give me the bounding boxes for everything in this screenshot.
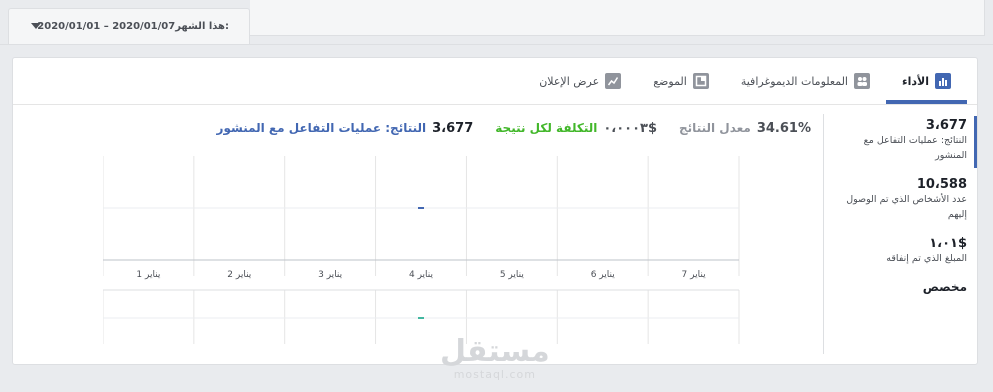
metric-value: 10،588 [916,177,967,192]
bar-chart-icon [935,73,951,89]
site-watermark: مستقل mostaql.com [440,334,550,382]
people-icon [853,73,870,89]
tab-ad-preview[interactable]: عرض الإعلان [523,58,637,104]
performance-chart: يناير 1 يناير 2 يناير 3 يناير 4 يناير 5 يناير… [103,156,740,344]
watermark-logo-text: مستقل [440,334,550,369]
x-tick-label: يناير 7 [682,270,707,280]
metric-label: عدد الأشخاص الذي تم الوصول إليهم [846,194,967,220]
metrics-sidebar: 3،677 النتائج: عمليات التفاعل مع المنشور… [823,114,977,354]
rate-value: 34.61% [756,120,811,136]
metric-value: $١،٠١ [929,236,967,251]
results-label: النتائج: عمليات التفاعل مع المنشور [216,121,427,135]
results-summary-block: 3،677 النتائج: عمليات التفاعل مع المنشور [217,121,474,136]
cost-value: $٠،٠٠٠٣ [603,120,658,136]
toolbar-divider [0,44,993,45]
tab-placement[interactable]: الموضع [637,58,725,104]
x-tick-label: يناير 1 [136,270,161,280]
tab-performance[interactable]: الأداء [885,58,967,104]
metric-label: النتائج: عمليات التفاعل مع المنشور [863,135,967,161]
chevron-down-icon[interactable] [31,23,41,29]
x-tick-label: يناير 2 [227,270,252,280]
cost-label: التكلفة لكل نتيجة [495,121,598,135]
rate-summary-block: 34.61% معدل النتائج [679,121,811,136]
tab-label: المعلومات الديموغرافية [740,74,848,88]
line-chart-icon [605,73,622,89]
results-value: 3،677 [432,120,474,136]
tab-bar: الأداء المعلومات الديموغرافية الموضع عرض… [523,58,967,104]
date-range-value: 2020/01/01 – 2020/01/07 [37,21,176,32]
date-range-selector[interactable]: 2020/01/01 – 2020/01/07 هذا الشهر: [8,8,250,44]
top-toolbar [250,0,985,36]
tab-label: عرض الإعلان [539,74,600,88]
custom-metrics-heading[interactable]: مخصص [824,266,977,294]
x-tick-label: يناير 5 [500,270,525,280]
placement-icon [692,73,709,89]
cost-summary-block: $٠،٠٠٠٣ التكلفة لكل نتيجة [495,121,657,136]
metric-spend[interactable]: $١،٠١ المبلغ الذي تم إنفاقه [824,232,977,266]
date-range-label: هذا الشهر: [175,21,229,32]
metric-label: المبلغ الذي تم إنفاقه [886,253,967,264]
rate-label: معدل النتائج [679,121,751,135]
results-summary: 3،677 النتائج: عمليات التفاعل مع المنشور… [217,118,811,138]
x-tick-label: يناير 3 [318,270,343,280]
tab-demographics[interactable]: المعلومات الديموغرافية [725,58,886,104]
insights-panel: الأداء المعلومات الديموغرافية الموضع عرض… [12,57,978,365]
tab-label: الموضع [653,74,687,88]
tab-label: الأداء [901,74,929,88]
tabs-divider [13,104,977,105]
x-tick-label: يناير 4 [409,270,434,280]
metric-results[interactable]: 3،677 النتائج: عمليات التفاعل مع المنشور [824,114,977,168]
metric-reach[interactable]: 10،588 عدد الأشخاص الذي تم الوصول إليهم [824,173,977,222]
metric-value: 3،677 [925,118,967,133]
x-tick-label: يناير 6 [591,270,616,280]
watermark-url: mostaql.com [453,368,536,381]
